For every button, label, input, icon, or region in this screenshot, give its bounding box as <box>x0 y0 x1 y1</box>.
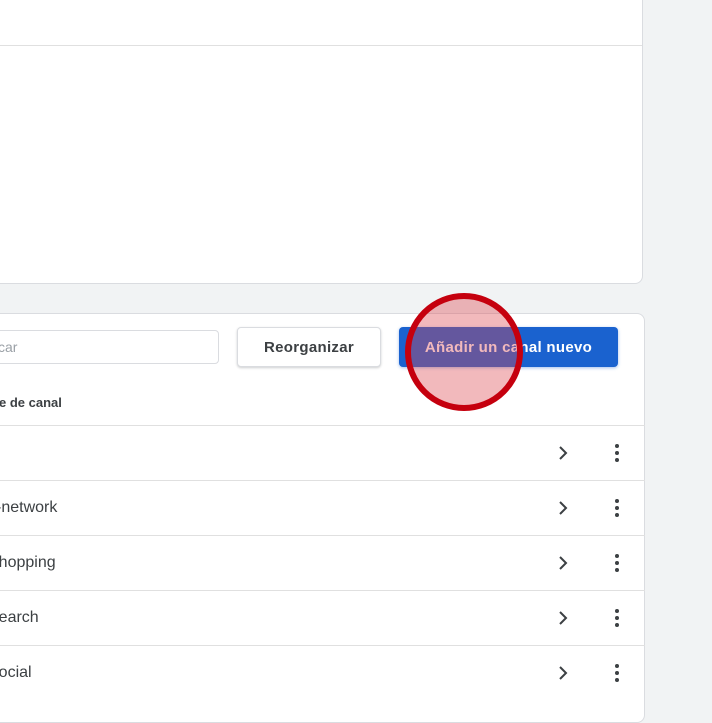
column-header-channel-name: bre de canal <box>0 395 62 410</box>
channel-name: l Shopping <box>0 554 56 571</box>
more-vert-icon[interactable] <box>609 553 625 573</box>
chevron-right-icon[interactable] <box>555 610 571 626</box>
more-vert-icon[interactable] <box>609 498 625 518</box>
table-row[interactable]: l Shopping <box>0 535 645 590</box>
table-row[interactable]: l Social <box>0 645 645 700</box>
table-row[interactable]: ct <box>0 425 645 480</box>
chevron-right-icon[interactable] <box>555 445 571 461</box>
search-input[interactable] <box>0 330 219 364</box>
more-vert-icon[interactable] <box>609 608 625 628</box>
chevron-right-icon[interactable] <box>555 665 571 681</box>
top-panel-card <box>0 0 643 284</box>
table-row[interactable]: ss-network <box>0 480 645 535</box>
more-vert-icon[interactable] <box>609 443 625 463</box>
reorganize-button[interactable]: Reorganizar <box>237 327 381 367</box>
top-panel-divider <box>0 45 642 46</box>
chevron-right-icon[interactable] <box>555 500 571 516</box>
channel-name: ss-network <box>0 499 58 516</box>
channel-name: l Social <box>0 664 32 681</box>
table-row[interactable]: l Search <box>0 590 645 645</box>
add-channel-button[interactable]: Añadir un canal nuevo <box>399 327 618 367</box>
chevron-right-icon[interactable] <box>555 555 571 571</box>
channel-name: l Search <box>0 609 39 626</box>
more-vert-icon[interactable] <box>609 663 625 683</box>
